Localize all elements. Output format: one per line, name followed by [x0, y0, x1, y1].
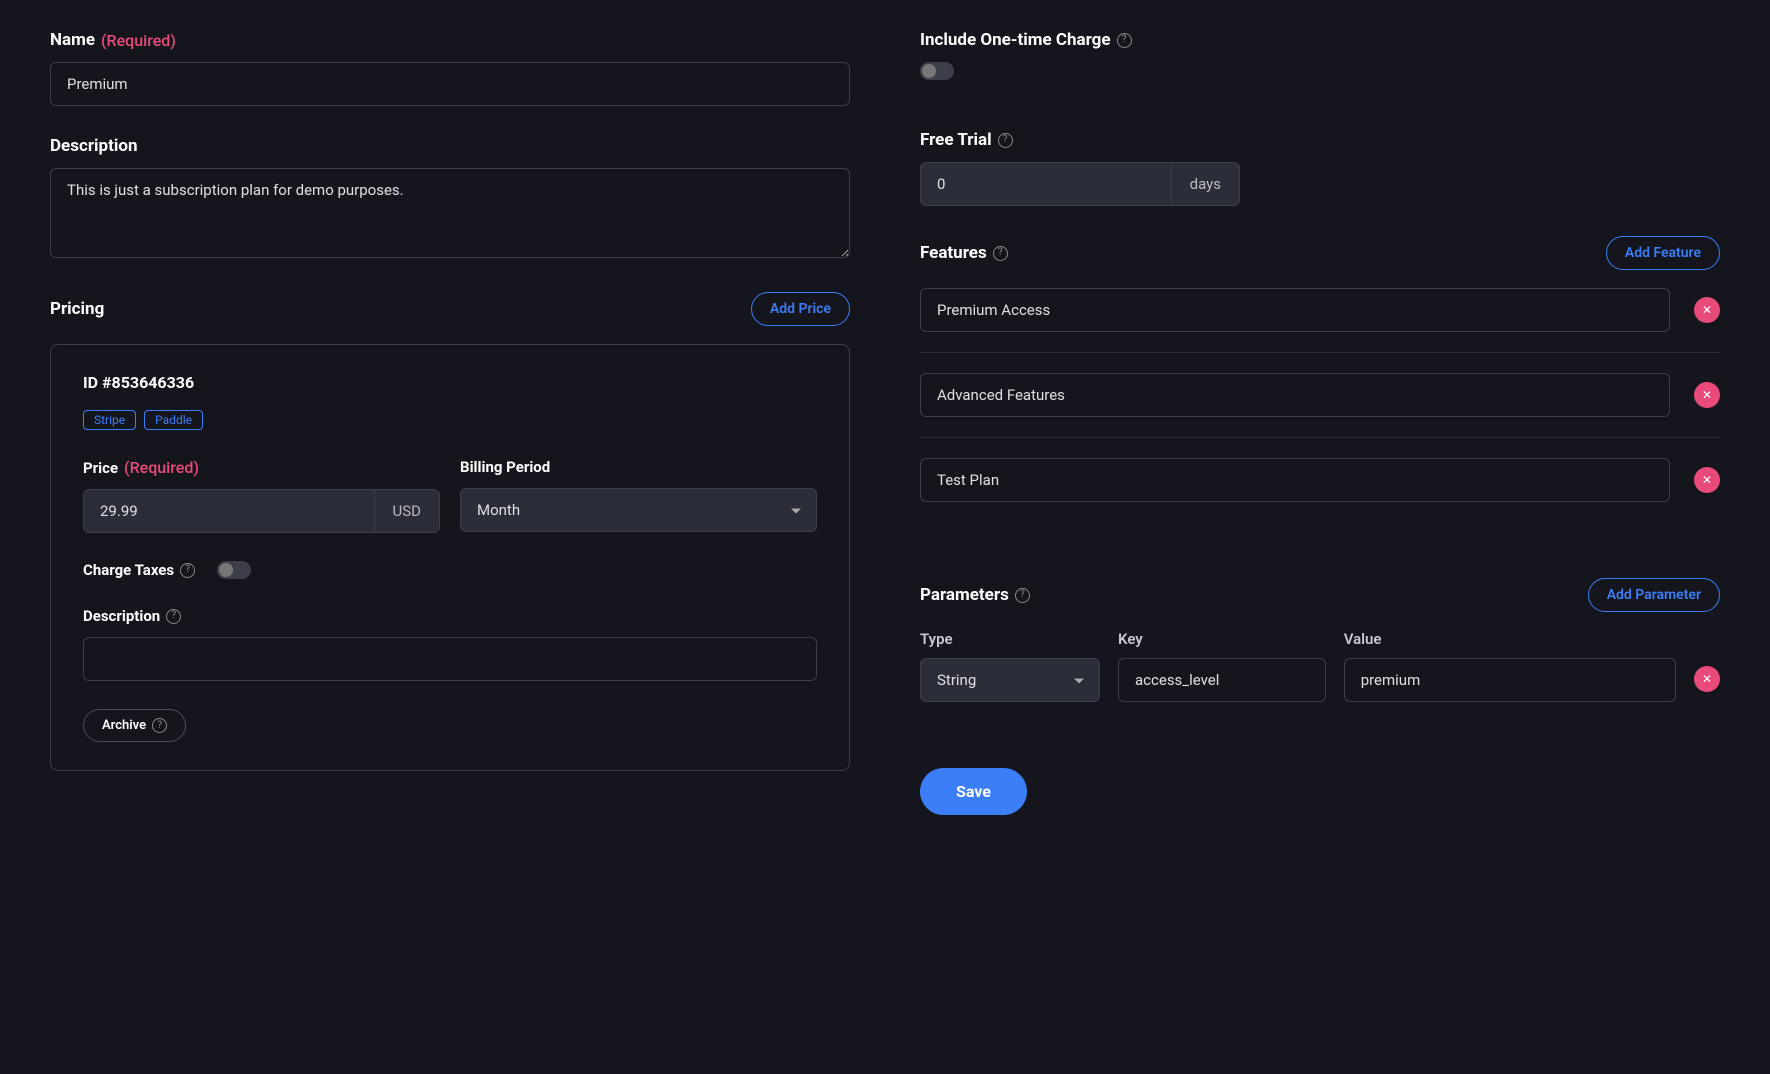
price-id: ID #853646336	[83, 373, 817, 392]
price-label: Price (Required)	[83, 458, 440, 477]
delete-feature-button[interactable]: ✕	[1694, 467, 1720, 493]
delete-feature-button[interactable]: ✕	[1694, 297, 1720, 323]
feature-input[interactable]	[920, 373, 1670, 417]
features-title: Features ?	[920, 243, 1008, 263]
tag-stripe: Stripe	[83, 410, 136, 430]
description-label: Description	[50, 136, 850, 156]
currency-label: USD	[375, 489, 440, 533]
help-icon[interactable]: ?	[166, 609, 181, 624]
param-type-label: Type	[920, 630, 1100, 648]
price-input[interactable]	[83, 489, 375, 533]
price-required: (Required)	[124, 458, 199, 477]
charge-taxes-toggle[interactable]	[217, 561, 251, 579]
name-label: Name (Required)	[50, 30, 850, 50]
tag-paddle: Paddle	[144, 410, 203, 430]
feature-input[interactable]	[920, 288, 1670, 332]
param-value-input[interactable]	[1344, 658, 1676, 702]
price-desc-label: Description ?	[83, 607, 817, 625]
save-button[interactable]: Save	[920, 768, 1027, 815]
price-desc-input[interactable]	[83, 637, 817, 681]
parameters-title: Parameters ?	[920, 585, 1030, 605]
help-icon[interactable]: ?	[993, 246, 1008, 261]
add-feature-button[interactable]: Add Feature	[1606, 236, 1720, 270]
price-card: ID #853646336 Stripe Paddle Price (Requi…	[50, 344, 850, 771]
feature-input[interactable]	[920, 458, 1670, 502]
help-icon[interactable]: ?	[180, 563, 195, 578]
param-value-label: Value	[1344, 630, 1676, 648]
billing-period-label: Billing Period	[460, 458, 817, 476]
help-icon[interactable]: ?	[998, 133, 1013, 148]
onetime-charge-toggle[interactable]	[920, 62, 954, 80]
free-trial-label: Free Trial ?	[920, 130, 1720, 150]
param-key-input[interactable]	[1118, 658, 1326, 702]
close-icon: ✕	[1702, 389, 1712, 401]
onetime-charge-label: Include One-time Charge ?	[920, 30, 1720, 50]
pricing-title: Pricing	[50, 299, 104, 319]
name-required: (Required)	[101, 31, 176, 50]
delete-feature-button[interactable]: ✕	[1694, 382, 1720, 408]
help-icon: ?	[152, 718, 167, 733]
description-textarea[interactable]: This is just a subscription plan for dem…	[50, 168, 850, 258]
add-price-button[interactable]: Add Price	[751, 292, 850, 326]
param-key-label: Key	[1118, 630, 1326, 648]
free-trial-input[interactable]	[920, 162, 1172, 206]
billing-period-select[interactable]: Month	[460, 488, 817, 532]
close-icon: ✕	[1702, 474, 1712, 486]
close-icon: ✕	[1702, 304, 1712, 316]
name-input[interactable]	[50, 62, 850, 106]
add-parameter-button[interactable]: Add Parameter	[1588, 578, 1720, 612]
help-icon[interactable]: ?	[1015, 588, 1030, 603]
delete-parameter-button[interactable]: ✕	[1694, 666, 1720, 692]
charge-taxes-label: Charge Taxes ?	[83, 561, 195, 579]
archive-button[interactable]: Archive ?	[83, 709, 186, 742]
param-type-select[interactable]: String	[920, 658, 1100, 702]
close-icon: ✕	[1702, 673, 1712, 685]
help-icon[interactable]: ?	[1117, 33, 1132, 48]
free-trial-unit: days	[1172, 162, 1240, 206]
